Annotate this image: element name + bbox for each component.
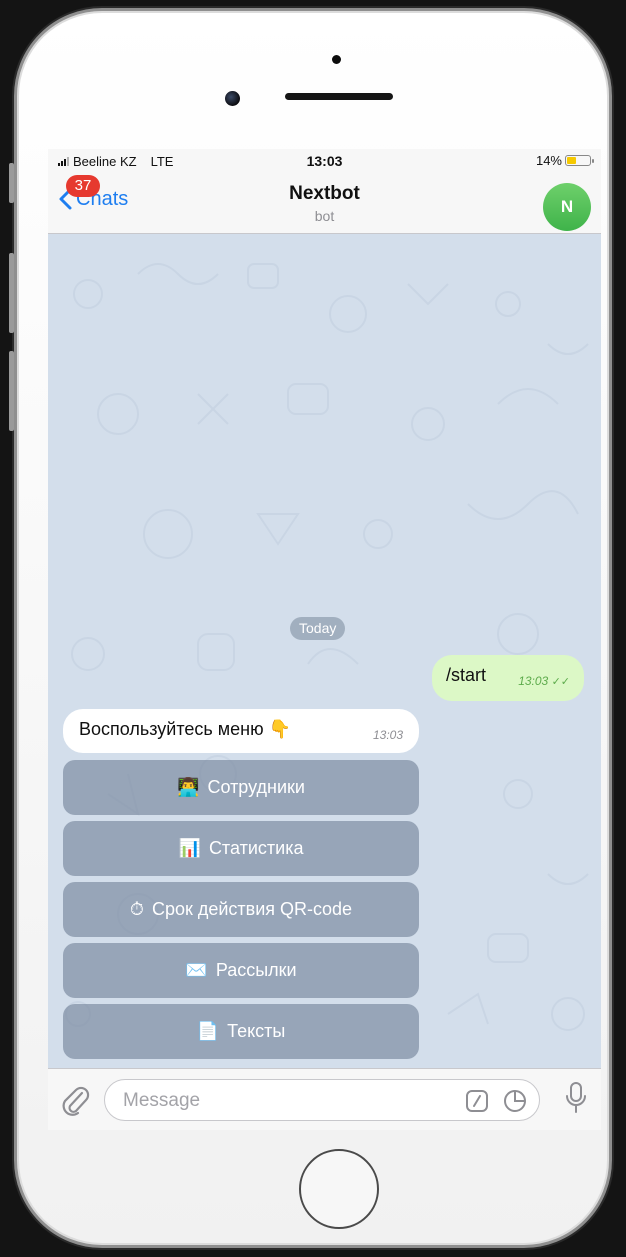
home-button[interactable] <box>299 1149 379 1229</box>
message-meta: 13:03 ✓✓ <box>518 674 570 688</box>
inline-button-label: Рассылки <box>215 960 297 980</box>
inline-button-label: Статистика <box>208 838 304 858</box>
read-ticks-icon: ✓✓ <box>551 676 570 688</box>
bot-command-icon[interactable] <box>465 1089 489 1113</box>
message-text: Воспользуйтесь меню 👇 <box>79 719 292 739</box>
status-time: 13:03 <box>306 153 343 169</box>
outgoing-message[interactable]: /start 13:03 ✓✓ <box>432 655 584 701</box>
inline-button-mailings[interactable]: ✉️ Рассылки <box>63 943 419 998</box>
message-field <box>104 1079 540 1121</box>
technologist-emoji-icon: 👨‍💻 <box>177 777 200 797</box>
volume-up-button <box>9 253 14 333</box>
bar-chart-emoji-icon: 📊 <box>178 838 201 858</box>
chat-area[interactable]: Today /start 13:03 ✓✓ Воспользуйтесь мен… <box>48 234 601 1068</box>
inline-button-label: Срок действия QR-code <box>151 899 353 919</box>
chat-title[interactable]: Nextbot <box>48 183 601 205</box>
avatar[interactable]: N <box>543 183 591 231</box>
date-separator: Today <box>290 617 346 640</box>
inline-button-label: Сотрудники <box>207 777 305 797</box>
front-camera <box>225 91 240 106</box>
message-text: /start <box>446 665 487 685</box>
message-time: 13:03 <box>518 674 549 688</box>
proximity-sensor <box>332 55 341 64</box>
app-screen: Beeline KZ LTE 13:03 14% Chats 37 Nextbo… <box>48 149 601 1130</box>
chat-header: Chats 37 Nextbot bot N <box>48 171 601 234</box>
inline-button-statistics[interactable]: 📊 Статистика <box>63 821 419 876</box>
stopwatch-emoji-icon: ⏱ <box>129 899 144 919</box>
envelope-emoji-icon: ✉️ <box>185 960 208 980</box>
message-input[interactable] <box>121 1088 455 1114</box>
paperclip-icon[interactable] <box>60 1083 90 1117</box>
message-input-bar <box>48 1068 601 1130</box>
battery-percent: 14% <box>535 153 562 168</box>
sticker-icon[interactable] <box>503 1089 527 1113</box>
battery-icon <box>565 155 594 166</box>
earpiece-speaker <box>285 93 393 100</box>
inline-button-qr-validity[interactable]: ⏱ Срок действия QR-code <box>63 882 419 937</box>
document-emoji-icon: 📄 <box>196 1021 220 1041</box>
incoming-message[interactable]: Воспользуйтесь меню 👇 13:03 <box>63 709 419 753</box>
inline-button-employees[interactable]: 👨‍💻 Сотрудники <box>63 760 419 815</box>
message-time: 13:03 <box>372 728 403 742</box>
inline-button-texts[interactable]: 📄 Тексты <box>63 1004 419 1059</box>
chat-subtitle: bot <box>314 208 335 224</box>
inline-button-label: Тексты <box>227 1021 286 1041</box>
mute-switch <box>9 163 14 203</box>
volume-down-button <box>9 351 14 431</box>
microphone-icon[interactable] <box>565 1081 587 1115</box>
status-right: 14% <box>535 153 594 168</box>
status-bar: Beeline KZ LTE 13:03 14% <box>48 149 601 171</box>
